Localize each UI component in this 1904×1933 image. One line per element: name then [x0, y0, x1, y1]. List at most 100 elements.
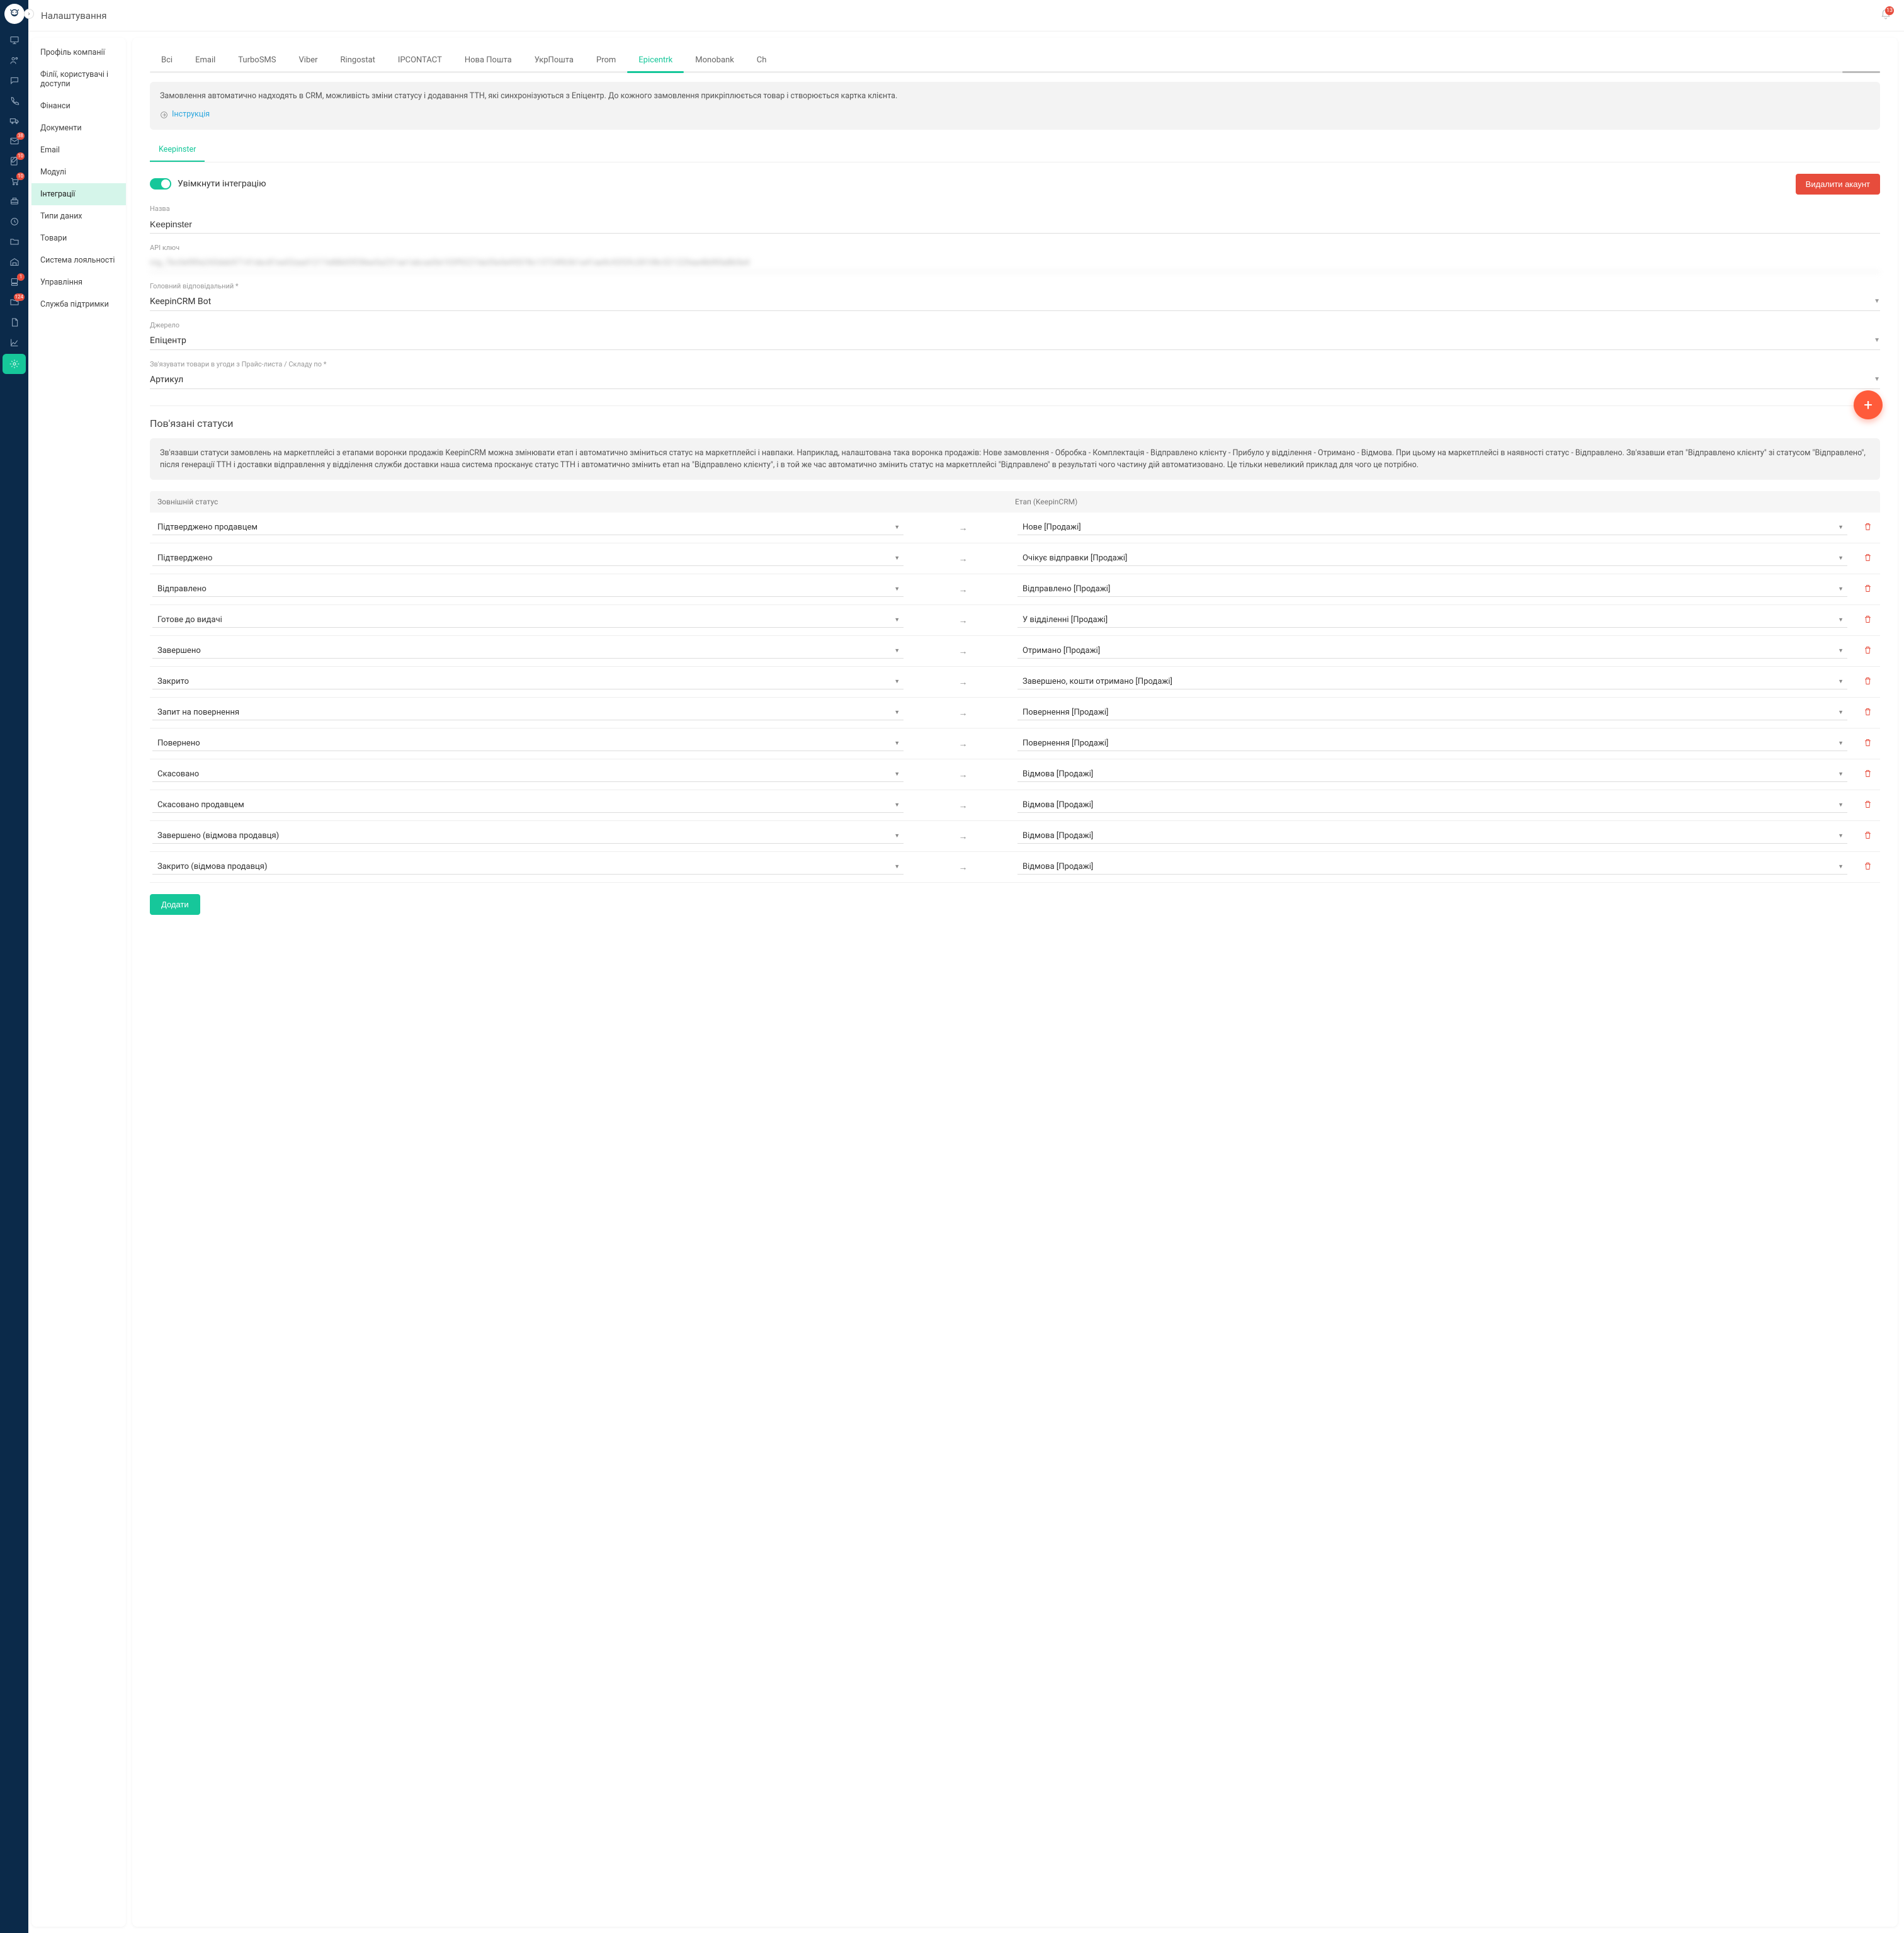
tab-item[interactable]: IPCONTACT [387, 49, 453, 71]
external-status-select[interactable]: Закрито (відмова продавця)▼ [152, 859, 904, 875]
sidebar-item[interactable]: Фінанси [31, 95, 126, 117]
external-status-select[interactable]: Готове до видачі▼ [152, 613, 904, 628]
tab-item[interactable]: Всі [150, 49, 184, 71]
rail-pos-icon[interactable]: 1 [0, 272, 28, 292]
api-key-value[interactable]: mg_7bc0ef89a243deb97141dec81ee02aad1217e… [150, 254, 1880, 272]
sidebar-item[interactable]: Модулі [31, 161, 126, 183]
rail-folder-icon[interactable] [0, 232, 28, 252]
delete-row-button[interactable] [1855, 548, 1880, 570]
external-status-select[interactable]: Повернено▼ [152, 736, 904, 751]
instruction-link[interactable]: Інструкція [160, 109, 1870, 121]
tab-item[interactable]: Epicentrk [627, 49, 684, 71]
enable-integration-toggle[interactable] [150, 178, 171, 190]
tab-item[interactable]: Email [184, 49, 227, 71]
add-status-button[interactable]: Додати [150, 894, 200, 915]
source-select[interactable]: Епіцентр ▼ [150, 332, 1880, 350]
tab-item[interactable]: Нова Пошта [453, 49, 523, 71]
sidebar-item[interactable]: Інтеграції [31, 183, 126, 205]
arrow-icon: → [911, 579, 1015, 600]
responsible-select[interactable]: KeepinCRM Bot ▼ [150, 293, 1880, 311]
delete-account-button[interactable]: Видалити акаунт [1796, 174, 1880, 195]
internal-stage-select[interactable]: Відмова [Продажі]▼ [1017, 859, 1847, 875]
notifications-button[interactable]: 13 [1880, 9, 1891, 23]
internal-stage-select[interactable]: Нове [Продажі]▼ [1017, 520, 1847, 535]
enable-integration-label: Увімкнути інтеграцію [178, 179, 266, 189]
rail-cart-icon[interactable]: 10 [0, 171, 28, 191]
rail-monitor-icon[interactable] [0, 30, 28, 50]
rail-warehouse-icon[interactable] [0, 252, 28, 272]
sidebar-item[interactable]: Служба підтримки [31, 293, 126, 315]
delete-row-button[interactable] [1855, 671, 1880, 693]
external-status-select[interactable]: Запит на повернення▼ [152, 705, 904, 720]
sidebar-item[interactable]: Документи [31, 117, 126, 139]
bind-select[interactable]: Артикул ▼ [150, 371, 1880, 389]
tab-item[interactable]: Ringostat [329, 49, 387, 71]
rail-settings-icon[interactable] [3, 354, 26, 374]
delete-row-button[interactable] [1855, 764, 1880, 786]
rail-users-icon[interactable] [0, 50, 28, 71]
tab-item[interactable]: Ch [745, 49, 778, 71]
delete-row-button[interactable] [1855, 517, 1880, 539]
fab-add-button[interactable]: + [1854, 390, 1883, 419]
external-status-select[interactable]: Підтверджено продавцем▼ [152, 520, 904, 535]
tab-item[interactable]: TurboSMS [227, 49, 287, 71]
chevron-down-icon: ▼ [894, 678, 900, 685]
internal-stage-select[interactable]: У відділенні [Продажі]▼ [1017, 613, 1847, 628]
external-status-select[interactable]: Завершено (відмова продавця)▼ [152, 829, 904, 844]
responsible-field: Головний відповідальний * KeepinCRM Bot … [150, 282, 1880, 311]
sidebar-item[interactable]: Система лояльності [31, 249, 126, 271]
external-status-select[interactable]: Підтверджено▼ [152, 551, 904, 566]
delete-row-button[interactable] [1855, 795, 1880, 817]
delete-row-button[interactable] [1855, 733, 1880, 755]
enable-integration-row: Увімкнути інтеграцію Видалити акаунт [150, 174, 1880, 195]
internal-stage-select[interactable]: Завершено, кошти отримано [Продажі]▼ [1017, 674, 1847, 689]
chevron-down-icon: ▼ [1874, 337, 1880, 344]
name-input[interactable] [150, 215, 1880, 234]
sidebar-item[interactable]: Філії, користувачі і доступи [31, 64, 126, 95]
delete-row-button[interactable] [1855, 640, 1880, 662]
rail-phone-icon[interactable] [0, 91, 28, 111]
delete-row-button[interactable] [1855, 825, 1880, 847]
external-status-select[interactable]: Закрито▼ [152, 674, 904, 689]
sidebar-item[interactable]: Управління [31, 271, 126, 293]
integration-info-text: Замовлення автоматично надходять в CRM, … [160, 91, 1870, 103]
sidebar-item[interactable]: Email [31, 139, 126, 161]
expand-rail-button[interactable]: › [24, 9, 34, 19]
tab-item[interactable]: Viber [288, 49, 329, 71]
sidebar-item[interactable]: Профіль компанії [31, 42, 126, 64]
rail-document-icon[interactable] [0, 312, 28, 332]
internal-stage-select[interactable]: Відмова [Продажі]▼ [1017, 767, 1847, 782]
external-status-select[interactable]: Завершено▼ [152, 643, 904, 659]
internal-stage-select[interactable]: Очікує відправки [Продажі]▼ [1017, 551, 1847, 566]
status-row: Відправлено▼ →Відправлено [Продажі]▼ [150, 574, 1880, 605]
delete-row-button[interactable] [1855, 609, 1880, 632]
sidebar-item[interactable]: Типи даних [31, 205, 126, 227]
internal-stage-select[interactable]: Повернення [Продажі]▼ [1017, 736, 1847, 751]
sidebar-item[interactable]: Товари [31, 227, 126, 249]
internal-stage-select[interactable]: Отримано [Продажі]▼ [1017, 643, 1847, 659]
external-status-select[interactable]: Скасовано▼ [152, 767, 904, 782]
rail-inbox-icon[interactable]: 124 [0, 292, 28, 312]
internal-stage-select[interactable]: Відправлено [Продажі]▼ [1017, 582, 1847, 597]
internal-stage-select[interactable]: Відмова [Продажі]▼ [1017, 829, 1847, 844]
delete-row-button[interactable] [1855, 579, 1880, 601]
content-panel: ВсіEmailTurboSMSViberRingostatIPCONTACTН… [132, 38, 1898, 1927]
tab-item[interactable]: Prom [585, 49, 627, 71]
rail-truck-icon[interactable] [0, 111, 28, 131]
external-status-select[interactable]: Скасовано продавцем▼ [152, 798, 904, 813]
internal-stage-select[interactable]: Повернення [Продажі]▼ [1017, 705, 1847, 720]
icon-rail: › 3810101124 [0, 0, 28, 1933]
delete-row-button[interactable] [1855, 856, 1880, 878]
tab-item[interactable]: УкрПошта [523, 49, 585, 71]
rail-chat-icon[interactable] [0, 71, 28, 91]
rail-clock-icon[interactable] [0, 212, 28, 232]
external-status-select[interactable]: Відправлено▼ [152, 582, 904, 597]
account-subtab[interactable]: Keepinster [150, 139, 205, 162]
internal-stage-select[interactable]: Відмова [Продажі]▼ [1017, 798, 1847, 813]
delete-row-button[interactable] [1855, 702, 1880, 724]
rail-chart-icon[interactable] [0, 332, 28, 353]
tab-item[interactable]: Monobank [684, 49, 745, 71]
rail-edit-icon[interactable]: 10 [0, 151, 28, 171]
rail-cashreg-icon[interactable] [0, 191, 28, 212]
rail-mail-icon[interactable]: 38 [0, 131, 28, 151]
